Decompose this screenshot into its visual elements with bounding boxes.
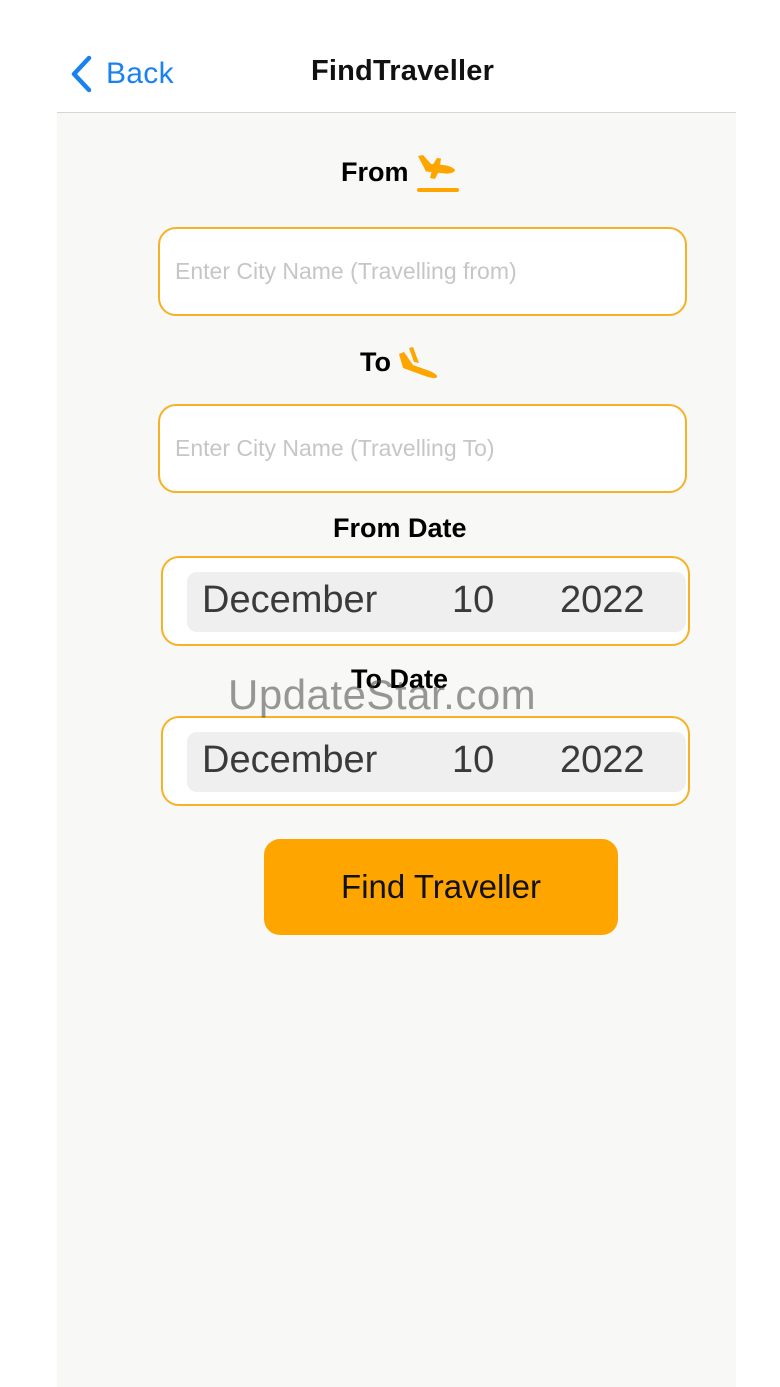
to-date-label: To Date — [351, 664, 449, 694]
from-date-day: 10 — [452, 579, 495, 621]
to-date-year: 2022 — [560, 739, 645, 781]
from-date-box: December 10 2022 — [161, 556, 690, 646]
from-city-field[interactable] — [158, 227, 687, 316]
to-city-field[interactable] — [158, 404, 687, 493]
from-city-input[interactable] — [175, 258, 685, 285]
to-label: To — [360, 346, 391, 377]
from-label: From — [341, 156, 409, 187]
find-traveller-button[interactable]: Find Traveller — [264, 839, 618, 935]
airplane-arrival-icon — [398, 347, 438, 379]
app-screen: Back FindTraveller From To From Date Dec… — [0, 0, 780, 1387]
airplane-departure-icon — [416, 155, 459, 192]
from-date-month: December — [202, 579, 378, 621]
to-date-month: December — [202, 739, 378, 781]
page-title: FindTraveller — [310, 55, 495, 87]
to-label-row: To — [360, 345, 441, 379]
from-date-year: 2022 — [560, 579, 645, 621]
to-date-day: 10 — [452, 739, 495, 781]
from-label-row: From — [341, 150, 461, 194]
to-date-picker[interactable]: December 10 2022 — [187, 732, 686, 792]
to-date-box: December 10 2022 — [161, 716, 690, 806]
from-date-picker[interactable]: December 10 2022 — [187, 572, 686, 632]
from-date-label: From Date — [333, 513, 467, 543]
navigation-bar: Back FindTraveller — [0, 0, 780, 112]
to-city-input[interactable] — [175, 435, 685, 462]
